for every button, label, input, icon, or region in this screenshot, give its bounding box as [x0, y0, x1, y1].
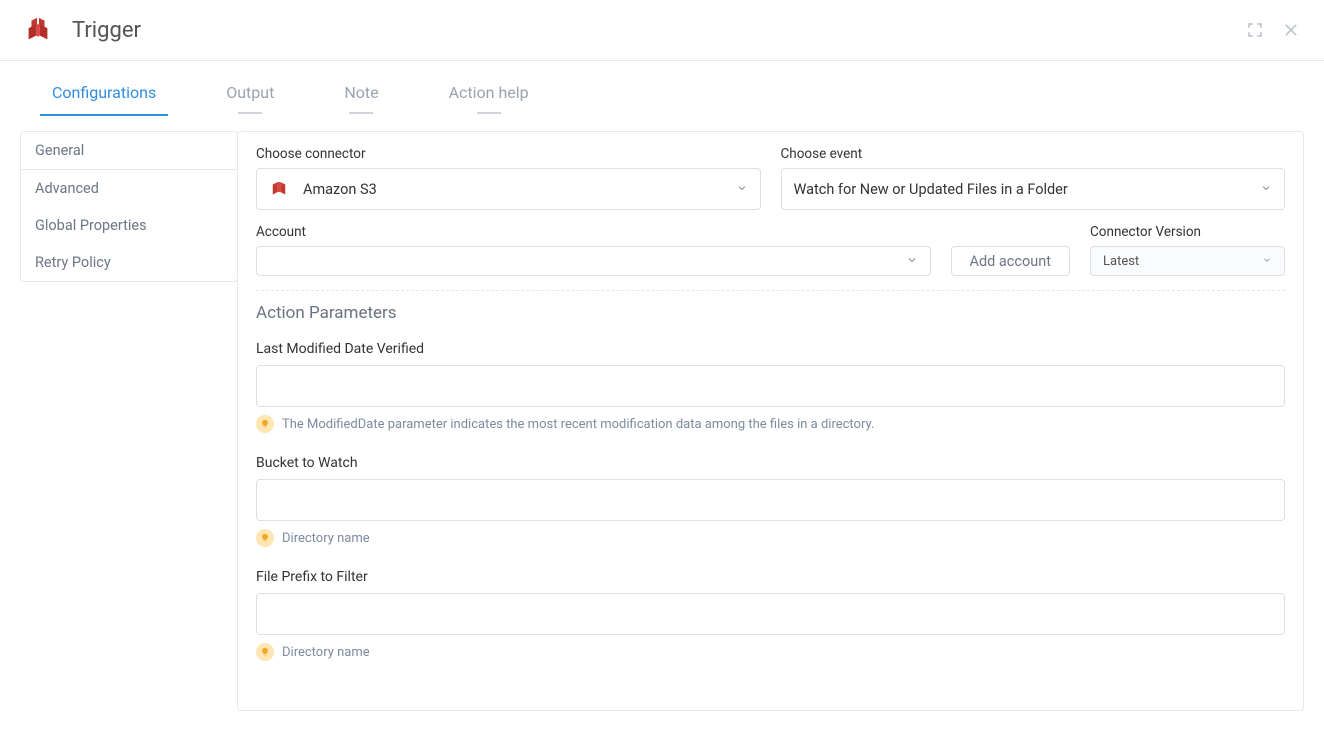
account-label: Account — [256, 224, 931, 240]
sidebar-item-advanced[interactable]: Advanced — [21, 170, 237, 207]
sidebar-item-general[interactable]: General — [21, 132, 237, 170]
connector-version-label: Connector Version — [1090, 224, 1285, 240]
chevron-down-icon — [736, 181, 748, 198]
event-select[interactable]: Watch for New or Updated Files in a Fold… — [781, 168, 1286, 210]
lightbulb-icon — [256, 415, 274, 433]
close-icon[interactable] — [1280, 19, 1302, 41]
connector-version-select[interactable]: Latest — [1090, 246, 1285, 276]
param-hint: Directory name — [282, 531, 370, 546]
add-account-button[interactable]: Add account — [951, 246, 1071, 276]
chevron-down-icon — [906, 253, 918, 270]
sidebar-item-label: Advanced — [35, 180, 99, 197]
sidebar-item-retry-policy[interactable]: Retry Policy — [21, 244, 237, 281]
section-title: Action Parameters — [256, 303, 1285, 323]
sidebar-item-global-properties[interactable]: Global Properties — [21, 207, 237, 244]
lightbulb-icon — [256, 529, 274, 547]
event-value: Watch for New or Updated Files in a Fold… — [794, 181, 1068, 198]
connector-version-value: Latest — [1103, 254, 1139, 269]
account-select[interactable] — [256, 246, 931, 276]
sidebar-item-label: General — [35, 142, 84, 159]
param-label-bucket: Bucket to Watch — [256, 455, 1285, 471]
tab-label: Output — [226, 83, 274, 102]
connector-cube-icon — [22, 14, 54, 46]
chevron-down-icon — [1262, 254, 1272, 269]
chevron-down-icon — [1260, 181, 1272, 198]
fullscreen-icon[interactable] — [1244, 19, 1266, 41]
add-account-label: Add account — [970, 253, 1052, 270]
tab-configurations[interactable]: Configurations — [40, 71, 168, 116]
event-label: Choose event — [781, 146, 1286, 162]
tab-label: Note — [344, 83, 378, 102]
amazon-s3-icon — [269, 177, 289, 201]
tab-label: Configurations — [52, 83, 156, 102]
connector-select[interactable]: Amazon S3 — [256, 168, 761, 210]
config-sidebar: General Advanced Global Properties Retry… — [20, 131, 238, 282]
param-input-file-prefix[interactable] — [256, 593, 1285, 635]
tab-note[interactable]: Note — [332, 71, 390, 116]
param-hint: The ModifiedDate parameter indicates the… — [282, 417, 874, 432]
connector-value: Amazon S3 — [303, 181, 377, 198]
param-hint: Directory name — [282, 645, 370, 660]
window-title: Trigger — [72, 18, 141, 43]
tab-bar: Configurations Output Note Action help — [0, 71, 1324, 117]
param-input-bucket[interactable] — [256, 479, 1285, 521]
lightbulb-icon — [256, 643, 274, 661]
tab-action-help[interactable]: Action help — [437, 71, 541, 116]
connector-label: Choose connector — [256, 146, 761, 162]
param-input-last-modified[interactable] — [256, 365, 1285, 407]
sidebar-item-label: Retry Policy — [35, 254, 111, 271]
param-label-last-modified: Last Modified Date Verified — [256, 341, 1285, 357]
main-panel: Choose connector Amazon S3 — [237, 131, 1304, 711]
sidebar-item-label: Global Properties — [35, 217, 147, 234]
param-label-file-prefix: File Prefix to Filter — [256, 569, 1285, 585]
tab-output[interactable]: Output — [214, 71, 286, 116]
window-header: Trigger — [0, 0, 1324, 61]
tab-label: Action help — [449, 83, 529, 102]
